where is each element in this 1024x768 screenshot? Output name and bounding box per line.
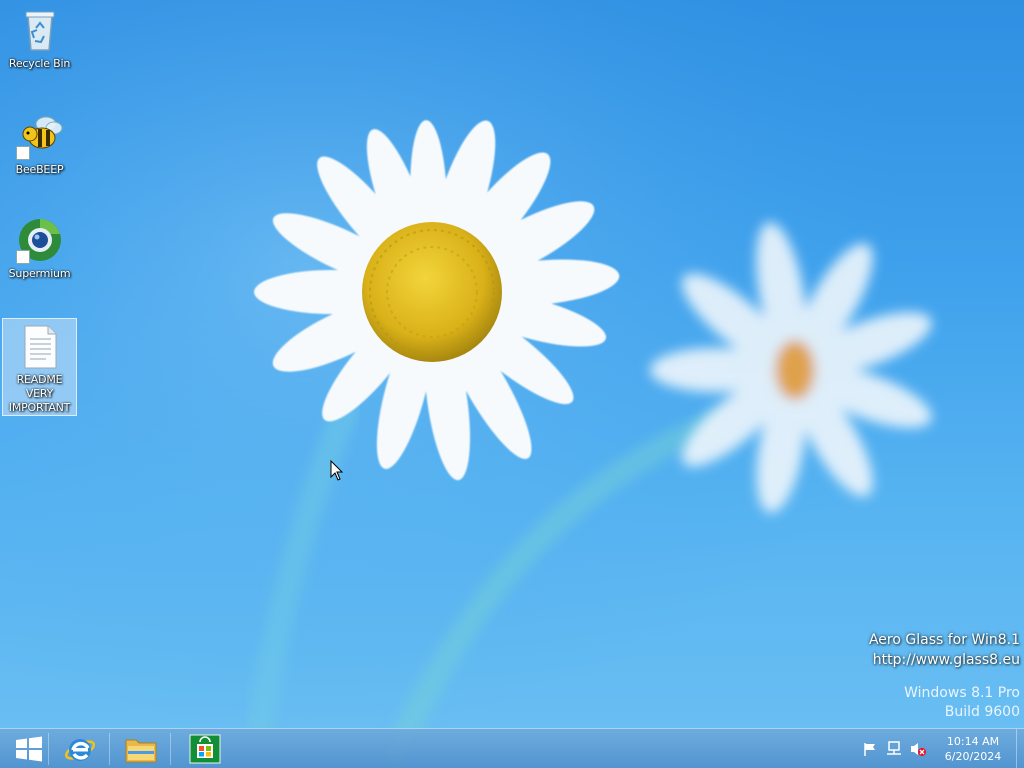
store-icon bbox=[189, 734, 221, 764]
clock-time: 10:14 AM bbox=[946, 735, 1000, 748]
desktop-icon-label: README VERY IMPORTANT bbox=[8, 373, 71, 415]
taskbar-file-explorer[interactable] bbox=[112, 729, 170, 768]
file-explorer-icon bbox=[125, 739, 157, 763]
aero-glass-url: http://www.glass8.eu bbox=[872, 652, 1020, 668]
volume-muted-icon[interactable] bbox=[906, 729, 930, 768]
desktop-icon-label: BeeBEEP bbox=[15, 163, 64, 176]
system-tray: 10:14 AM 6/20/2024 bbox=[858, 729, 1024, 768]
label-line: README bbox=[16, 373, 63, 386]
action-center-flag-icon[interactable] bbox=[858, 729, 882, 768]
shortcut-arrow-icon bbox=[15, 250, 30, 264]
windows-build: Build 9600 bbox=[944, 704, 1020, 720]
windows-start-icon bbox=[16, 736, 42, 762]
network-icon[interactable] bbox=[882, 729, 906, 768]
aero-glass-watermark: Aero Glass for Win8.1 http://www.glass8.… bbox=[869, 630, 1020, 670]
taskbar-separator bbox=[48, 733, 49, 765]
desktop-icon-supermium[interactable]: Supermium bbox=[2, 216, 77, 281]
recycle-bin-icon bbox=[16, 6, 64, 54]
label-line: VERY bbox=[25, 387, 54, 400]
taskbar-separator bbox=[109, 733, 110, 765]
taskbar-internet-explorer[interactable] bbox=[51, 729, 109, 768]
shortcut-arrow-icon bbox=[15, 146, 30, 160]
taskbar-clock[interactable]: 10:14 AM 6/20/2024 bbox=[930, 734, 1016, 764]
start-button[interactable] bbox=[0, 729, 58, 768]
desktop-icon-readme[interactable]: README VERY IMPORTANT bbox=[2, 318, 77, 416]
desktop-icon-recycle-bin[interactable]: Recycle Bin bbox=[2, 6, 77, 71]
aero-glass-title: Aero Glass for Win8.1 bbox=[868, 632, 1020, 648]
label-line: IMPORTANT bbox=[8, 401, 71, 414]
windows-edition: Windows 8.1 Pro bbox=[904, 685, 1020, 701]
text-document-icon bbox=[16, 323, 64, 371]
desktop-icon-label: Supermium bbox=[8, 267, 71, 280]
bee-icon bbox=[15, 112, 64, 160]
taskbar-separator bbox=[170, 733, 171, 765]
windows-version-watermark: Windows 8.1 Pro Build 9600 bbox=[904, 684, 1020, 722]
taskbar: 10:14 AM 6/20/2024 bbox=[0, 728, 1024, 768]
mouse-cursor-icon bbox=[330, 460, 344, 481]
clock-date: 6/20/2024 bbox=[944, 750, 1002, 763]
supermium-browser-icon bbox=[15, 216, 64, 264]
taskbar-store[interactable] bbox=[173, 729, 237, 768]
desktop-icon-beebeep[interactable]: BeeBEEP bbox=[2, 112, 77, 177]
desktop-icon-label: Recycle Bin bbox=[8, 57, 71, 70]
show-desktop-button[interactable] bbox=[1016, 729, 1024, 768]
internet-explorer-icon bbox=[64, 739, 96, 761]
